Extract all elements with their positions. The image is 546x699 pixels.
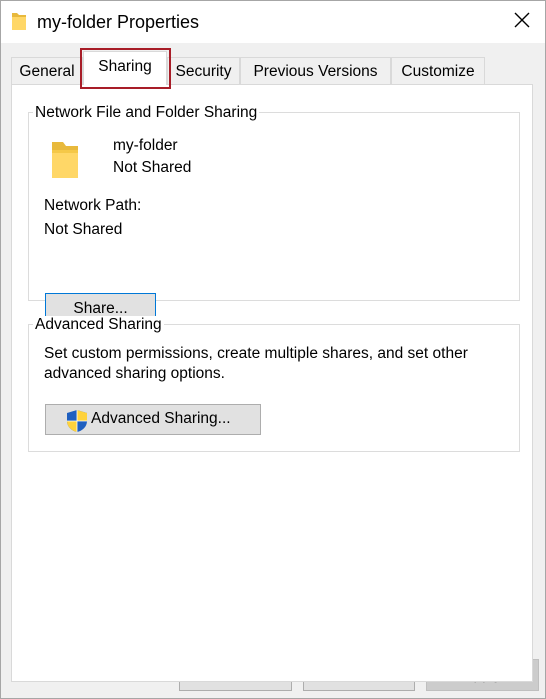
advanced-sharing-description-line1: Set custom permissions, create multiple … [44, 345, 468, 362]
advanced-sharing-description-line2: advanced sharing options. [44, 365, 225, 382]
tab-security[interactable]: Security [167, 57, 240, 84]
tab-general[interactable]: General [11, 57, 83, 84]
dialog-content: General Sharing Security Previous Versio… [1, 43, 545, 682]
tab-sharing[interactable]: Sharing [83, 51, 167, 85]
network-path-label: Network Path: [44, 197, 142, 214]
advanced-sharing-group-label: Advanced Sharing [33, 316, 164, 334]
folder-icon [50, 140, 80, 180]
network-sharing-group-label: Network File and Folder Sharing [33, 104, 260, 122]
advanced-sharing-button[interactable]: Advanced Sharing... [45, 404, 261, 435]
properties-dialog: my-folder Properties General Sharing Sec… [0, 0, 546, 699]
folder-share-status: Not Shared [113, 159, 192, 176]
tab-previous-versions[interactable]: Previous Versions [240, 57, 391, 84]
folder-name: my-folder [113, 137, 178, 154]
uac-shield-icon [66, 409, 88, 433]
sharing-tab-panel: Network File and Folder Sharing my-folde… [11, 84, 533, 682]
advanced-sharing-button-label: Advanced Sharing... [91, 410, 231, 427]
close-icon [514, 12, 530, 28]
folder-icon [11, 11, 27, 31]
network-path-value: Not Shared [44, 221, 123, 238]
window-title: my-folder Properties [37, 12, 200, 32]
title-bar: my-folder Properties [1, 1, 545, 43]
tab-customize[interactable]: Customize [391, 57, 485, 84]
close-button[interactable] [499, 1, 545, 41]
